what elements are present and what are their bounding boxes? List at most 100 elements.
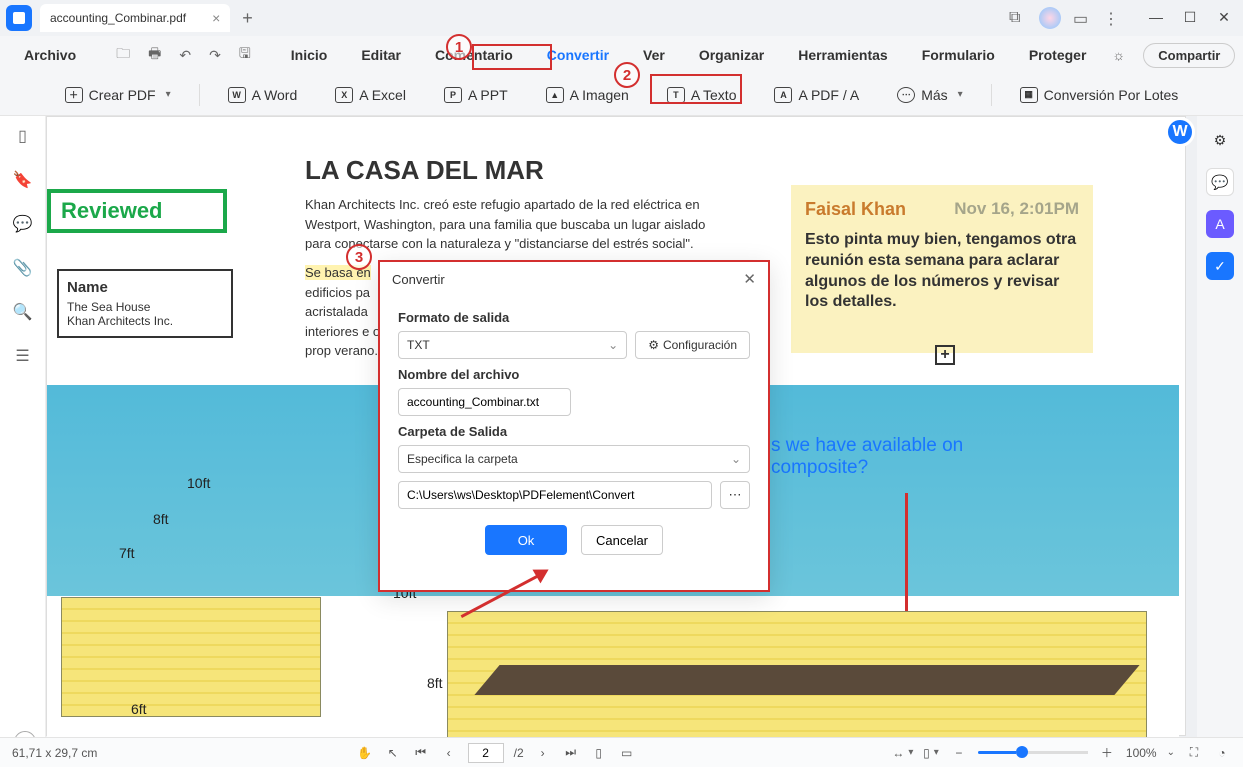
- annotation-marker-1: 1: [446, 34, 472, 60]
- browse-folder-button[interactable]: ⋯: [720, 481, 750, 509]
- sticky-body: Esto pinta muy bien, tengamos otra reuni…: [805, 230, 1079, 313]
- format-select[interactable]: TXT: [398, 331, 627, 359]
- zoom-value: 100%: [1126, 746, 1157, 760]
- page-total: /2: [514, 746, 524, 760]
- create-pdf-button[interactable]: ＋Crear PDF: [55, 81, 181, 109]
- menu-formulario[interactable]: Formulario: [908, 41, 1009, 69]
- filename-input[interactable]: [398, 388, 571, 416]
- tab-close-icon[interactable]: ×: [212, 10, 220, 26]
- highlight-box-convertir: [472, 44, 552, 70]
- folder-mode-select[interactable]: Especifica la carpeta: [398, 445, 750, 473]
- zoom-slider[interactable]: [978, 751, 1088, 754]
- ai-chat-icon[interactable]: 💬: [1206, 168, 1234, 196]
- batch-convert-button[interactable]: ▦Conversión Por Lotes: [1010, 81, 1189, 109]
- red-arrow-to-ok-icon: [462, 558, 562, 618]
- redo-icon[interactable]: ↷: [203, 43, 227, 68]
- prev-page-icon[interactable]: ‹: [440, 744, 458, 762]
- to-pdfa-button[interactable]: AA PDF / A: [764, 81, 869, 109]
- pdfa-icon: A: [774, 87, 792, 103]
- close-window-button[interactable]: ✕: [1211, 9, 1237, 27]
- next-page-icon[interactable]: ›: [534, 744, 552, 762]
- plus-icon: ＋: [65, 87, 83, 103]
- sliders-icon[interactable]: ⚙: [1206, 126, 1234, 154]
- zoom-out-icon[interactable]: −: [950, 744, 968, 762]
- to-word-button[interactable]: WA Word: [218, 81, 308, 109]
- more-vertical-icon[interactable]: ⋮: [1103, 9, 1121, 27]
- comment-panel-icon[interactable]: 💬: [13, 214, 33, 234]
- ai-a-icon[interactable]: A: [1206, 210, 1234, 238]
- window-stack-icon[interactable]: ⧉: [1009, 9, 1027, 27]
- convert-dialog: Convertir ✕ Formato de salida TXT ⚙Confi…: [378, 260, 770, 592]
- to-excel-button[interactable]: XA Excel: [325, 81, 416, 109]
- fit-width-icon[interactable]: ↔: [894, 744, 912, 762]
- annotation-marker-2: 2: [614, 62, 640, 88]
- menu-proteger[interactable]: Proteger: [1015, 41, 1101, 69]
- titlebar: accounting_Combinar.pdf × + ⧉ ▭ ⋮ ― ☐ ✕: [0, 0, 1243, 36]
- more-icon: ⋯: [897, 87, 915, 103]
- last-page-icon[interactable]: ⏭: [562, 744, 580, 762]
- app-logo-icon: [6, 5, 32, 31]
- new-tab-button[interactable]: +: [242, 8, 253, 29]
- bookmark-icon[interactable]: 🔖: [13, 170, 33, 190]
- cancel-button[interactable]: Cancelar: [581, 525, 663, 555]
- document-tab[interactable]: accounting_Combinar.pdf ×: [40, 4, 230, 32]
- save-icon[interactable]: 🖫: [233, 39, 257, 71]
- fullscreen-icon[interactable]: ⛶: [1185, 744, 1203, 762]
- word-badge-icon[interactable]: W: [1165, 117, 1195, 147]
- menu-inicio[interactable]: Inicio: [277, 41, 342, 69]
- search-icon[interactable]: 🔍: [13, 302, 33, 322]
- undo-icon[interactable]: ↶: [173, 43, 197, 68]
- page-dimensions: 61,71 x 29,7 cm: [12, 746, 97, 760]
- maximize-button[interactable]: ☐: [1177, 9, 1203, 27]
- menu-organizar[interactable]: Organizar: [685, 41, 778, 69]
- layers-icon[interactable]: ☰: [15, 346, 29, 366]
- sticky-date: Nov 16, 2:01PM: [954, 199, 1079, 219]
- share-button[interactable]: Compartir: [1143, 43, 1235, 68]
- ok-button[interactable]: Ok: [485, 525, 567, 555]
- to-ppt-button[interactable]: PA PPT: [434, 81, 518, 109]
- file-menu[interactable]: Archivo: [10, 41, 90, 69]
- sticky-author: Faisal Khan: [805, 199, 906, 219]
- view-mode-icon[interactable]: ▯: [922, 744, 940, 762]
- page-number-input[interactable]: [468, 743, 504, 763]
- zoom-in-icon[interactable]: ＋: [1098, 744, 1116, 762]
- word-icon: W: [228, 87, 246, 103]
- hand-tool-icon[interactable]: ✋: [356, 744, 374, 762]
- two-page-icon[interactable]: ▭: [618, 744, 636, 762]
- menu-editar[interactable]: Editar: [347, 41, 415, 69]
- expand-note-icon[interactable]: +: [935, 345, 955, 365]
- menu-ver[interactable]: Ver: [629, 41, 679, 69]
- dialog-title: Convertir: [392, 272, 445, 287]
- folder-path-input[interactable]: [398, 481, 712, 509]
- user-avatar-icon[interactable]: [1039, 7, 1061, 29]
- highlight-box-a-texto: [650, 74, 742, 104]
- gear-icon: ⚙: [648, 338, 659, 352]
- batch-icon: ▦: [1020, 87, 1038, 103]
- select-tool-icon[interactable]: ↖: [384, 744, 402, 762]
- first-page-icon[interactable]: ⏮: [412, 744, 430, 762]
- minimize-button[interactable]: ―: [1143, 9, 1169, 27]
- print-icon[interactable]: 🖶: [142, 39, 167, 71]
- excel-icon: X: [335, 87, 353, 103]
- reading-mode-icon[interactable]: ◔: [1213, 744, 1231, 762]
- check-icon[interactable]: ✓: [1206, 252, 1234, 280]
- folder-label: Carpeta de Salida: [398, 424, 750, 439]
- annotation-marker-3: 3: [346, 244, 372, 270]
- annotation-question: s we have available on composite?: [771, 435, 1041, 479]
- more-button[interactable]: ⋯Más: [887, 81, 972, 109]
- attachment-icon[interactable]: 📎: [13, 258, 33, 278]
- left-sidebar: ▯ 🔖 💬 📎 🔍 ☰: [0, 116, 46, 754]
- sticky-note[interactable]: Faisal Khan Nov 16, 2:01PM Esto pinta mu…: [791, 185, 1093, 353]
- menu-herramientas[interactable]: Herramientas: [784, 41, 902, 69]
- statusbar: 61,71 x 29,7 cm ✋ ↖ ⏮ ‹ /2 › ⏭ ▯ ▭ ↔ ▯ −…: [0, 737, 1243, 767]
- notes-icon[interactable]: ▭: [1073, 9, 1091, 27]
- filename-label: Nombre del archivo: [398, 367, 750, 382]
- lightbulb-icon[interactable]: ☼: [1106, 43, 1131, 67]
- dialog-close-icon[interactable]: ✕: [743, 270, 756, 288]
- config-button[interactable]: ⚙Configuración: [635, 331, 750, 359]
- single-page-icon[interactable]: ▯: [590, 744, 608, 762]
- open-file-icon[interactable]: 🗀: [110, 39, 136, 71]
- page-thumb-icon[interactable]: ▯: [18, 126, 27, 146]
- tab-title: accounting_Combinar.pdf: [50, 11, 186, 25]
- doc-heading: LA CASA DEL MAR: [305, 155, 544, 186]
